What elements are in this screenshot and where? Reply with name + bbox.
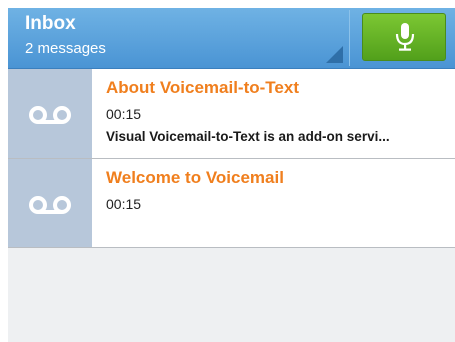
dropdown-indicator-icon [326,46,343,63]
row-icon-cell [8,159,92,247]
folder-title: Inbox [25,13,76,34]
header-bar: Inbox 2 messages [8,8,455,69]
message-title: About Voicemail-to-Text [106,78,299,97]
record-greeting-button[interactable] [362,13,446,61]
message-duration: 00:15 [106,196,142,212]
header-divider [349,10,350,66]
microphone-icon [395,23,415,51]
list-item[interactable]: About Voicemail-to-Text 00:15 Visual Voi… [8,69,455,159]
message-duration: 00:15 [106,106,142,122]
folder-selector[interactable]: Inbox 2 messages [8,8,347,68]
voicemail-screen: Inbox 2 messages About Voicemail-to-Text… [8,8,455,342]
message-list: About Voicemail-to-Text 00:15 Visual Voi… [8,69,455,248]
voicemail-icon [29,196,71,214]
message-preview: Visual Voicemail-to-Text is an add-on se… [106,129,390,144]
list-item[interactable]: Welcome to Voicemail 00:15 [8,159,455,248]
message-title: Welcome to Voicemail [106,168,284,187]
voicemail-icon [29,106,71,124]
row-icon-cell [8,69,92,158]
message-count: 2 messages [25,40,106,57]
